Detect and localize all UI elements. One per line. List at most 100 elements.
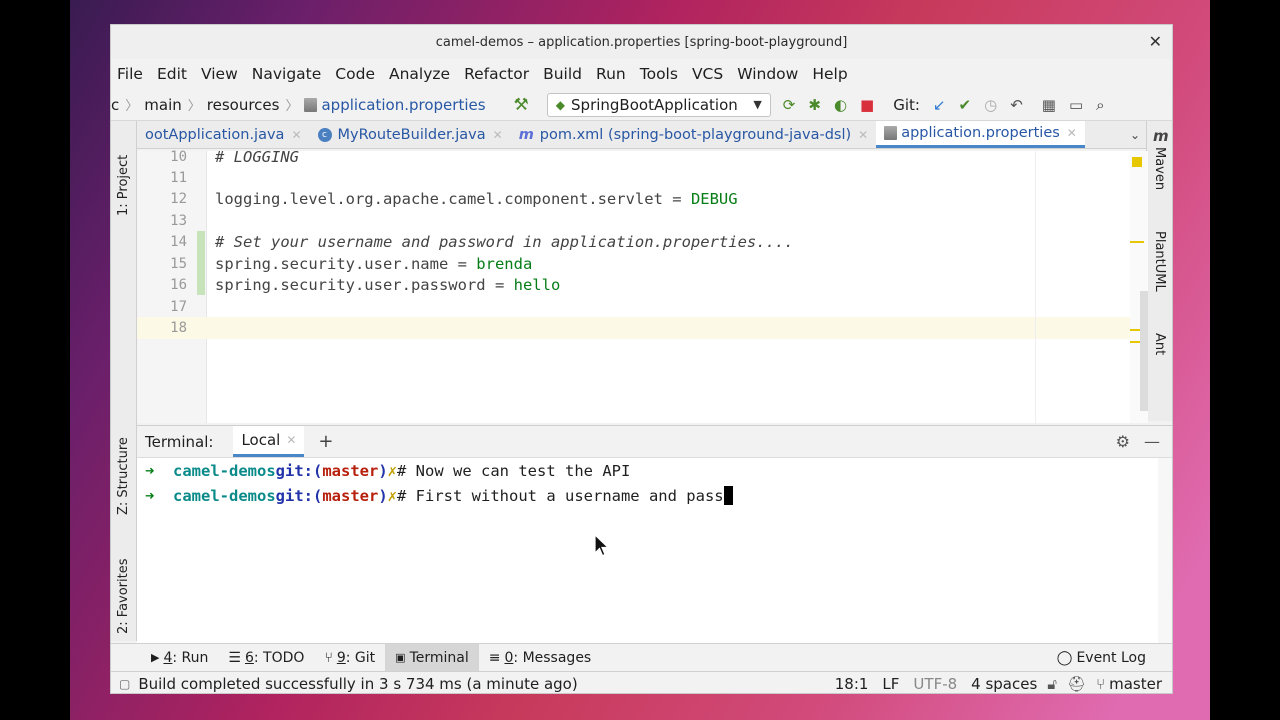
scrollbar-thumb[interactable] [1140, 291, 1148, 411]
project-tool-button[interactable]: 1: Project [116, 155, 131, 216]
editor-line: 12 logging.level.org.apache.camel.compone… [137, 188, 1148, 210]
history-clock-icon[interactable]: ◷ [984, 96, 997, 114]
presentation-icon[interactable]: ▭ [1069, 96, 1083, 114]
close-icon[interactable]: ✕ [1149, 32, 1162, 51]
menu-file[interactable]: File [117, 65, 143, 83]
prompt-git: git:( [275, 461, 323, 480]
lock-icon[interactable]: 🔓︎ [1047, 675, 1057, 693]
menu-navigate[interactable]: Navigate [252, 65, 322, 83]
editor-scrollbar[interactable] [1130, 151, 1148, 423]
code-editor[interactable]: 10 # LOGGING 11 12 logging.level.org.apach… [137, 148, 1148, 423]
terminal-output[interactable]: ➜ camel-demos git:(master) ✗ # Now we ca… [137, 458, 1172, 508]
menu-tools[interactable]: Tools [640, 65, 678, 83]
spring-icon: ◆ [555, 97, 566, 112]
stop-icon[interactable]: ■ [860, 96, 874, 114]
property-key: logging.level.org.apache.camel.component… [215, 189, 663, 208]
terminal-tool-button[interactable]: ▣ Terminal [385, 644, 479, 671]
messages-tool-button[interactable]: ≡ 0: Messages [479, 644, 601, 671]
line-code: logging.level.org.apache.camel.component… [215, 189, 738, 208]
git-commit-check-icon[interactable]: ✔ [959, 96, 972, 114]
menu-window[interactable]: Window [737, 65, 798, 83]
close-icon[interactable]: ✕ [286, 433, 296, 447]
terminal-scrollbar[interactable] [1158, 458, 1172, 644]
status-bar: ▢ Build completed successfully in 3 s 73… [111, 671, 1172, 693]
menu-vcs[interactable]: VCS [692, 65, 723, 83]
inspector-icon[interactable]: ⛑︎ [1067, 675, 1086, 693]
add-tab-icon[interactable]: + [318, 431, 333, 452]
git-update-icon[interactable]: ↙ [933, 96, 946, 114]
plantuml-tool-button[interactable]: PlantUML [1152, 231, 1167, 292]
rollback-icon[interactable]: ↶ [1010, 96, 1023, 114]
chevron-down-icon[interactable]: ⌄ [1130, 128, 1140, 142]
status-message[interactable]: Build completed successfully in 3 s 734 … [138, 675, 577, 693]
debug-bug-icon[interactable]: ✱ [808, 96, 821, 114]
minimize-icon[interactable]: — [1144, 432, 1160, 451]
tab-springbootapplication[interactable]: ootApplication.java ✕ [137, 121, 310, 148]
square-icon[interactable]: ▢ [119, 677, 130, 691]
line-number: 11 [170, 169, 187, 186]
navigation-bar: c 〉 main 〉 resources 〉 application.prope… [111, 89, 1172, 121]
tool-label: Terminal [409, 649, 469, 666]
tab-myroutebuilder[interactable]: c MyRouteBuilder.java ✕ [310, 121, 511, 148]
close-icon[interactable]: ✕ [1067, 126, 1077, 140]
editor-line: 15 spring.security.user.name = brenda [137, 253, 1148, 275]
structure-tool-button[interactable]: Z: Structure [116, 437, 131, 515]
run-toolbar: ⟳ ✱ ◐ ■ Git: ↙ ✔ ◷ ↶ ▦ ▭ ⌕ [783, 96, 1118, 114]
close-icon[interactable]: ✕ [858, 128, 868, 142]
tab-label: MyRouteBuilder.java [337, 126, 486, 143]
breadcrumb: c 〉 main 〉 resources 〉 application.prope… [111, 95, 486, 115]
favorites-tool-button[interactable]: 2: Favorites [116, 558, 131, 634]
event-log-button[interactable]: ◯ Event Log [1047, 644, 1156, 671]
desktop-left-band [0, 0, 70, 720]
tab-terminal-local[interactable]: Local ✕ [233, 426, 305, 457]
breadcrumb-main[interactable]: main [144, 96, 181, 114]
caret-position[interactable]: 18:1 [835, 675, 869, 693]
tab-application-properties[interactable]: application.properties ✕ [876, 121, 1085, 148]
menu-build[interactable]: Build [543, 65, 582, 83]
vcs-branch[interactable]: master [1109, 675, 1162, 693]
menu-edit[interactable]: Edit [157, 65, 187, 83]
close-icon[interactable]: ✕ [493, 128, 503, 142]
build-hammer-icon[interactable]: ⚒ [514, 95, 529, 115]
chevron-right-icon: 〉 [187, 99, 201, 114]
line-separator[interactable]: LF [882, 675, 899, 693]
terminal-icon: ▣ [395, 651, 406, 664]
property-key: spring.security.user.password [215, 275, 486, 294]
tool-label: : Messages [513, 649, 592, 666]
todo-tool-button[interactable]: ☰ 6: TODO [218, 644, 314, 671]
properties-file-icon [304, 97, 318, 112]
line-code: spring.security.user.name = brenda [215, 254, 533, 273]
messages-icon: ≡ [488, 649, 501, 666]
menu-code[interactable]: Code [335, 65, 375, 83]
menu-run[interactable]: Run [596, 65, 626, 83]
run-tool-button[interactable]: ▶ 4: Run [141, 644, 218, 671]
rerun-icon[interactable]: ⟳ [783, 96, 796, 114]
coverage-icon[interactable]: ◐ [834, 96, 847, 114]
menu-analyze[interactable]: Analyze [389, 65, 450, 83]
breadcrumb-resources[interactable]: resources [207, 96, 280, 114]
prompt-branch: master [322, 461, 379, 480]
mnemonic: 6 [244, 649, 254, 666]
ant-tool-button[interactable]: Ant [1152, 333, 1167, 355]
line-number: 13 [170, 212, 187, 229]
breadcrumb-file[interactable]: application.properties [321, 96, 485, 114]
file-encoding[interactable]: UTF-8 [913, 675, 957, 693]
menu-refactor[interactable]: Refactor [464, 65, 529, 83]
properties-file-icon [884, 126, 898, 140]
play-icon: ▶ [151, 651, 160, 664]
close-icon[interactable]: ✕ [291, 128, 301, 142]
menu-help[interactable]: Help [812, 65, 847, 83]
property-value: hello [513, 275, 561, 294]
breadcrumb-prefix[interactable]: c [111, 96, 119, 114]
tab-pom-xml[interactable]: m pom.xml (spring-boot-playground-java-ds… [511, 121, 877, 148]
run-configuration-select[interactable]: ◆ SpringBootApplication ▼ [546, 92, 771, 117]
search-icon[interactable]: ⌕ [1096, 96, 1104, 114]
indent-setting[interactable]: 4 spaces [971, 675, 1037, 693]
editor-line: 14 # Set your username and password in ap… [137, 231, 1148, 253]
project-structure-icon[interactable]: ▦ [1042, 96, 1056, 114]
maven-tool-button[interactable]: Maven [1152, 147, 1167, 190]
menu-view[interactable]: View [201, 65, 238, 83]
terminal-label: Terminal: [145, 432, 214, 451]
gear-icon[interactable]: ⚙ [1116, 432, 1130, 451]
git-tool-button[interactable]: ⑂ 9: Git [314, 644, 385, 671]
